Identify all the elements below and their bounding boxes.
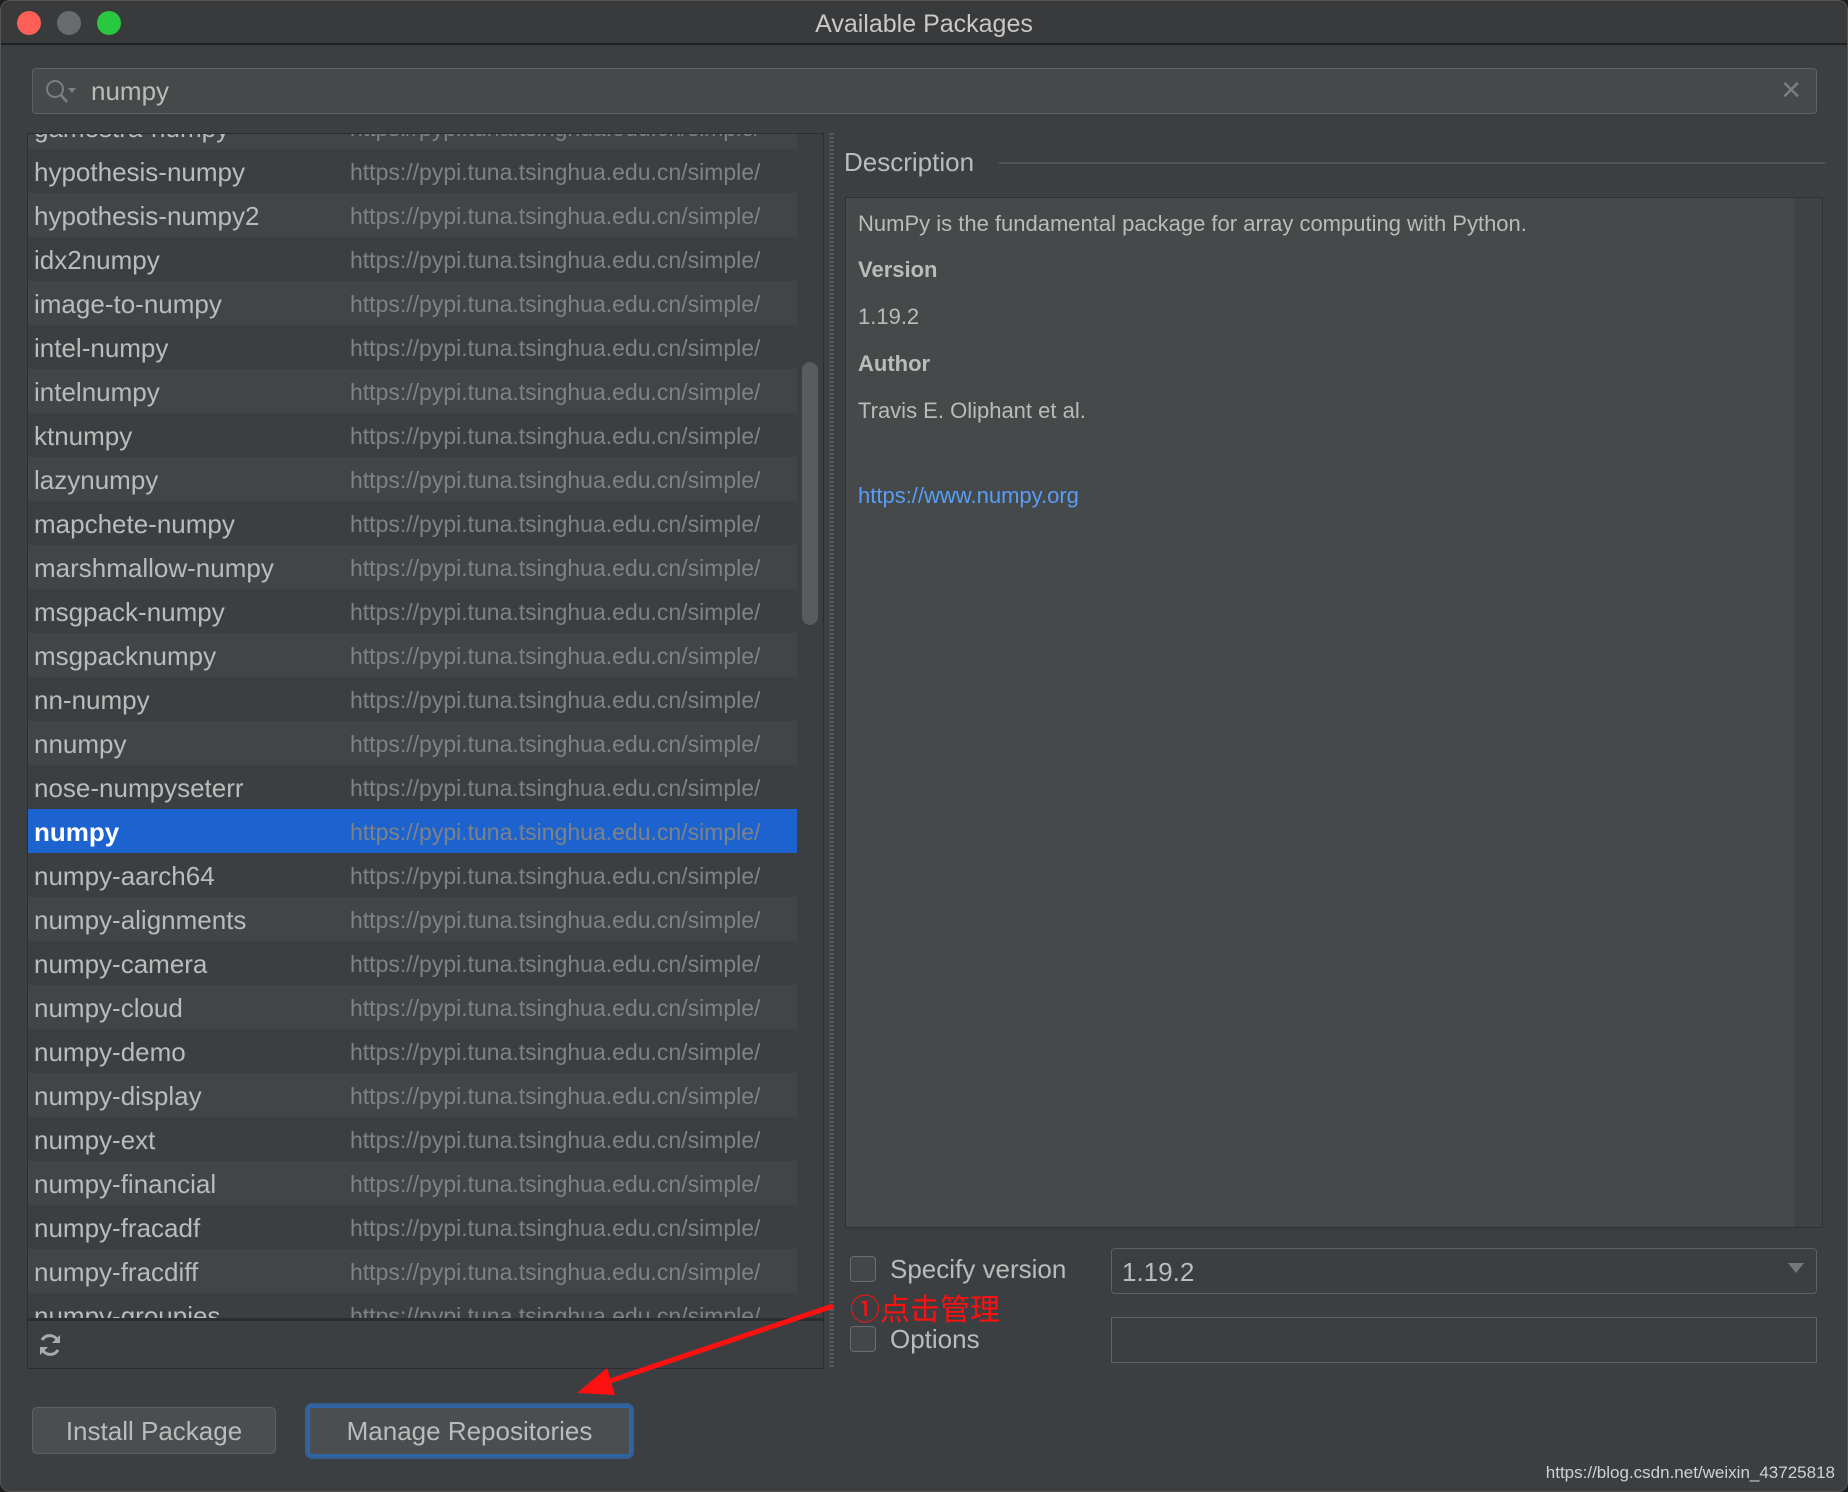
manage-repositories-button[interactable]: Manage Repositories xyxy=(307,1405,632,1457)
available-packages-dialog: Available Packages ✕ gamestra-numpyhttps… xyxy=(0,0,1848,1492)
annotation-arrow-icon xyxy=(577,1303,834,1395)
watermark: https://blog.csdn.net/weixin_43725818 xyxy=(1545,1463,1835,1482)
install-package-button[interactable]: Install Package xyxy=(32,1407,276,1454)
